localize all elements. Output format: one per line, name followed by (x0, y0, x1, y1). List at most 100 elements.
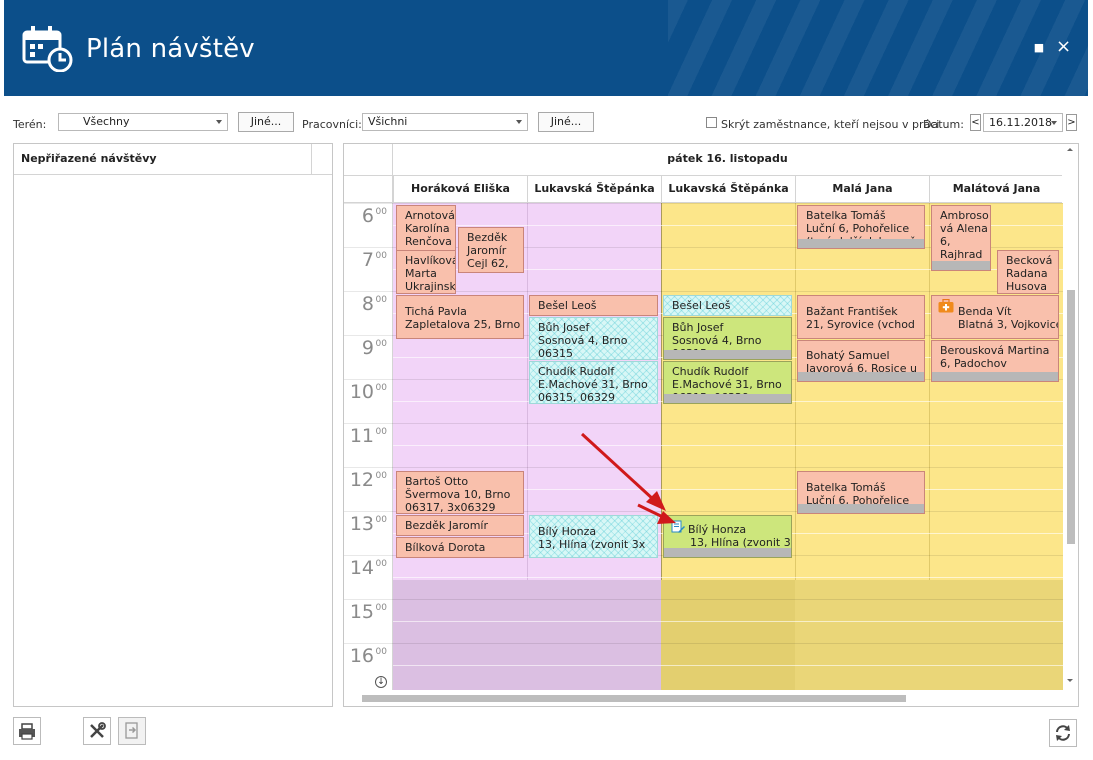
next-day-button[interactable]: > (1066, 114, 1077, 131)
settings-button[interactable] (83, 717, 111, 745)
time-slot-label: 15 00 (344, 599, 392, 643)
visit-event[interactable]: Bažant František 21, Syrovice (vchod (797, 295, 925, 339)
hour-label: 13 (349, 513, 374, 535)
teren-more-button[interactable]: Jiné... (238, 112, 294, 132)
event-text: Bůh Josef (672, 321, 724, 334)
visit-event[interactable]: Berousková Martina 6, Padochov 06315 (931, 340, 1059, 382)
visit-event[interactable]: Chudík Rudolf E.Machové 31, Brno 06315, … (529, 361, 658, 404)
half-hour-gridline (393, 665, 1063, 666)
minute-label: 00 (375, 559, 387, 569)
time-slot-label: 12 00 (344, 467, 392, 511)
medical-case-icon (938, 299, 954, 313)
minute-label: 00 (375, 471, 387, 481)
scroll-down-arrow-icon[interactable] (1067, 679, 1073, 682)
event-text: Berousková Martina (940, 344, 1050, 357)
filter-bar: Terén: Všechny Jiné... Pracovníci: Všich… (0, 106, 1093, 140)
hour-gridline (344, 599, 1063, 600)
horizontal-scroll-thumb[interactable] (362, 695, 906, 702)
time-slot-label: 10 00 (344, 379, 392, 423)
prev-day-button[interactable]: < (970, 114, 981, 131)
event-text: 06317, 3x06329 (405, 501, 496, 514)
visit-event[interactable]: Bešel Leoš (529, 295, 658, 316)
time-slot-label: 13 00 (344, 511, 392, 555)
pracovnici-select[interactable]: Všichni (362, 113, 528, 131)
hour-label: 14 (349, 557, 374, 579)
visit-event[interactable]: Bílý Honza 13, Hlína (zvonit 3x (663, 515, 792, 558)
event-text: Batelka Tomáš (806, 481, 886, 494)
close-button[interactable]: × (1056, 38, 1071, 56)
vertical-scroll-thumb[interactable] (1067, 290, 1075, 544)
visit-event[interactable]: Chudík Rudolf E.Machové 31, Brno 06315, … (663, 361, 792, 404)
visit-event[interactable]: Bůh Josef Sosnová 4, Brno 06315 (663, 317, 792, 360)
hide-absent-checkbox[interactable] (706, 117, 717, 128)
visit-event[interactable]: Batelka Tomáš Luční 6, Pohořelice (trvá … (797, 205, 925, 249)
after-hours-shade (795, 580, 1063, 690)
scroll-down-icon[interactable]: ↓ (375, 676, 387, 688)
minute-label: 00 (375, 251, 387, 261)
export-icon (125, 722, 138, 739)
scroll-up-arrow-icon[interactable] (1067, 148, 1073, 151)
visit-event[interactable]: Batelka Tomáš Luční 6, Pohořelice (797, 471, 925, 514)
hour-label: 11 (349, 425, 374, 447)
event-text: 6, (940, 235, 951, 248)
event-text: Benda Vít (958, 305, 1012, 318)
minute-label: 00 (375, 383, 387, 393)
time-slot-label: 8 00 (344, 291, 392, 335)
event-text: Ukrajinsk (405, 280, 456, 293)
event-footer (932, 372, 1058, 381)
event-text: 6, Padochov (940, 357, 1007, 370)
event-text: Havlíková (405, 254, 456, 267)
event-text: Ambroso (940, 209, 989, 222)
after-hours-shade (661, 580, 795, 690)
event-text: Tichá Pavla (405, 305, 467, 318)
event-text: Chudík Rudolf (538, 365, 615, 378)
event-text: Bešel Leoš (672, 299, 731, 312)
print-button[interactable] (13, 717, 41, 745)
pracovnici-more-button[interactable]: Jiné... (538, 112, 594, 132)
time-slot-label: 11 00 (344, 423, 392, 467)
visit-event[interactable]: Bílý Honza 13, Hlína (zvonit 3x (529, 515, 658, 558)
column-header: Malátová Jana (929, 176, 1063, 202)
event-text: Jaromír (467, 244, 507, 257)
refresh-button[interactable] (1049, 719, 1077, 747)
teren-select[interactable]: Všechny (58, 113, 228, 131)
tools-icon (90, 722, 106, 738)
calendar-clock-icon (22, 26, 73, 72)
event-text: Arnotová (405, 209, 455, 222)
visit-event[interactable]: Bešel Leoš (663, 295, 792, 316)
event-text: 13, Hlína (zvonit 3x (538, 538, 646, 551)
event-text: Bešel Leoš (538, 299, 597, 312)
visit-event[interactable]: Becková Radana Husova (997, 250, 1059, 294)
hide-absent-label: Skrýt zaměstnance, kteří nejsou v práci (721, 118, 940, 131)
event-text: Bílý Honza (688, 523, 747, 536)
hour-label: 10 (349, 381, 374, 403)
visit-event[interactable]: Bezděk Jaromír (396, 515, 524, 536)
maximize-button[interactable]: ■ (1032, 40, 1046, 54)
visit-event[interactable]: Bohatý Samuel Javorová 6, Rosice u (797, 340, 925, 382)
event-text: Marta (405, 267, 437, 280)
hour-label: 15 (349, 601, 374, 623)
event-text: Bílková Dorota (405, 541, 486, 554)
event-text: Sosnová 4, Brno (672, 334, 762, 347)
date-picker[interactable]: 16.11.2018 (983, 113, 1063, 132)
title-bar-decoration (668, 0, 1088, 96)
teren-label: Terén: (13, 118, 47, 131)
time-slot-label: 7 00 (344, 247, 392, 291)
event-text: Bezděk (467, 231, 508, 244)
day-header: pátek 16. listopadu (667, 152, 788, 165)
export-button[interactable] (118, 717, 146, 745)
visit-event[interactable]: Benda Vít Blatná 3, Vojkovice (931, 295, 1059, 339)
minute-label: 00 (375, 515, 387, 525)
visit-event[interactable]: Tichá Pavla Zapletalova 25, Brno (396, 295, 524, 339)
visit-event[interactable]: Bílková Dorota (396, 537, 524, 558)
hour-label: 16 (349, 645, 374, 667)
event-text: Rajhrad (940, 248, 983, 261)
visit-event[interactable]: Ambroso vá Alena 6, Rajhrad 06317 (931, 205, 991, 271)
half-hour-gridline (393, 577, 1063, 578)
chevron-down-icon (516, 120, 522, 124)
visit-event[interactable]: Bezděk Jaromír Cejl 62, (458, 227, 524, 273)
visit-event[interactable]: Bůh Josef Sosnová 4, Brno 06315 (529, 317, 658, 360)
visit-event[interactable]: Havlíková Marta Ukrajinsk (396, 250, 456, 294)
hour-label: 7 (361, 249, 374, 271)
visit-event[interactable]: Bartoš Otto Švermova 10, Brno 06317, 3x0… (396, 471, 524, 514)
